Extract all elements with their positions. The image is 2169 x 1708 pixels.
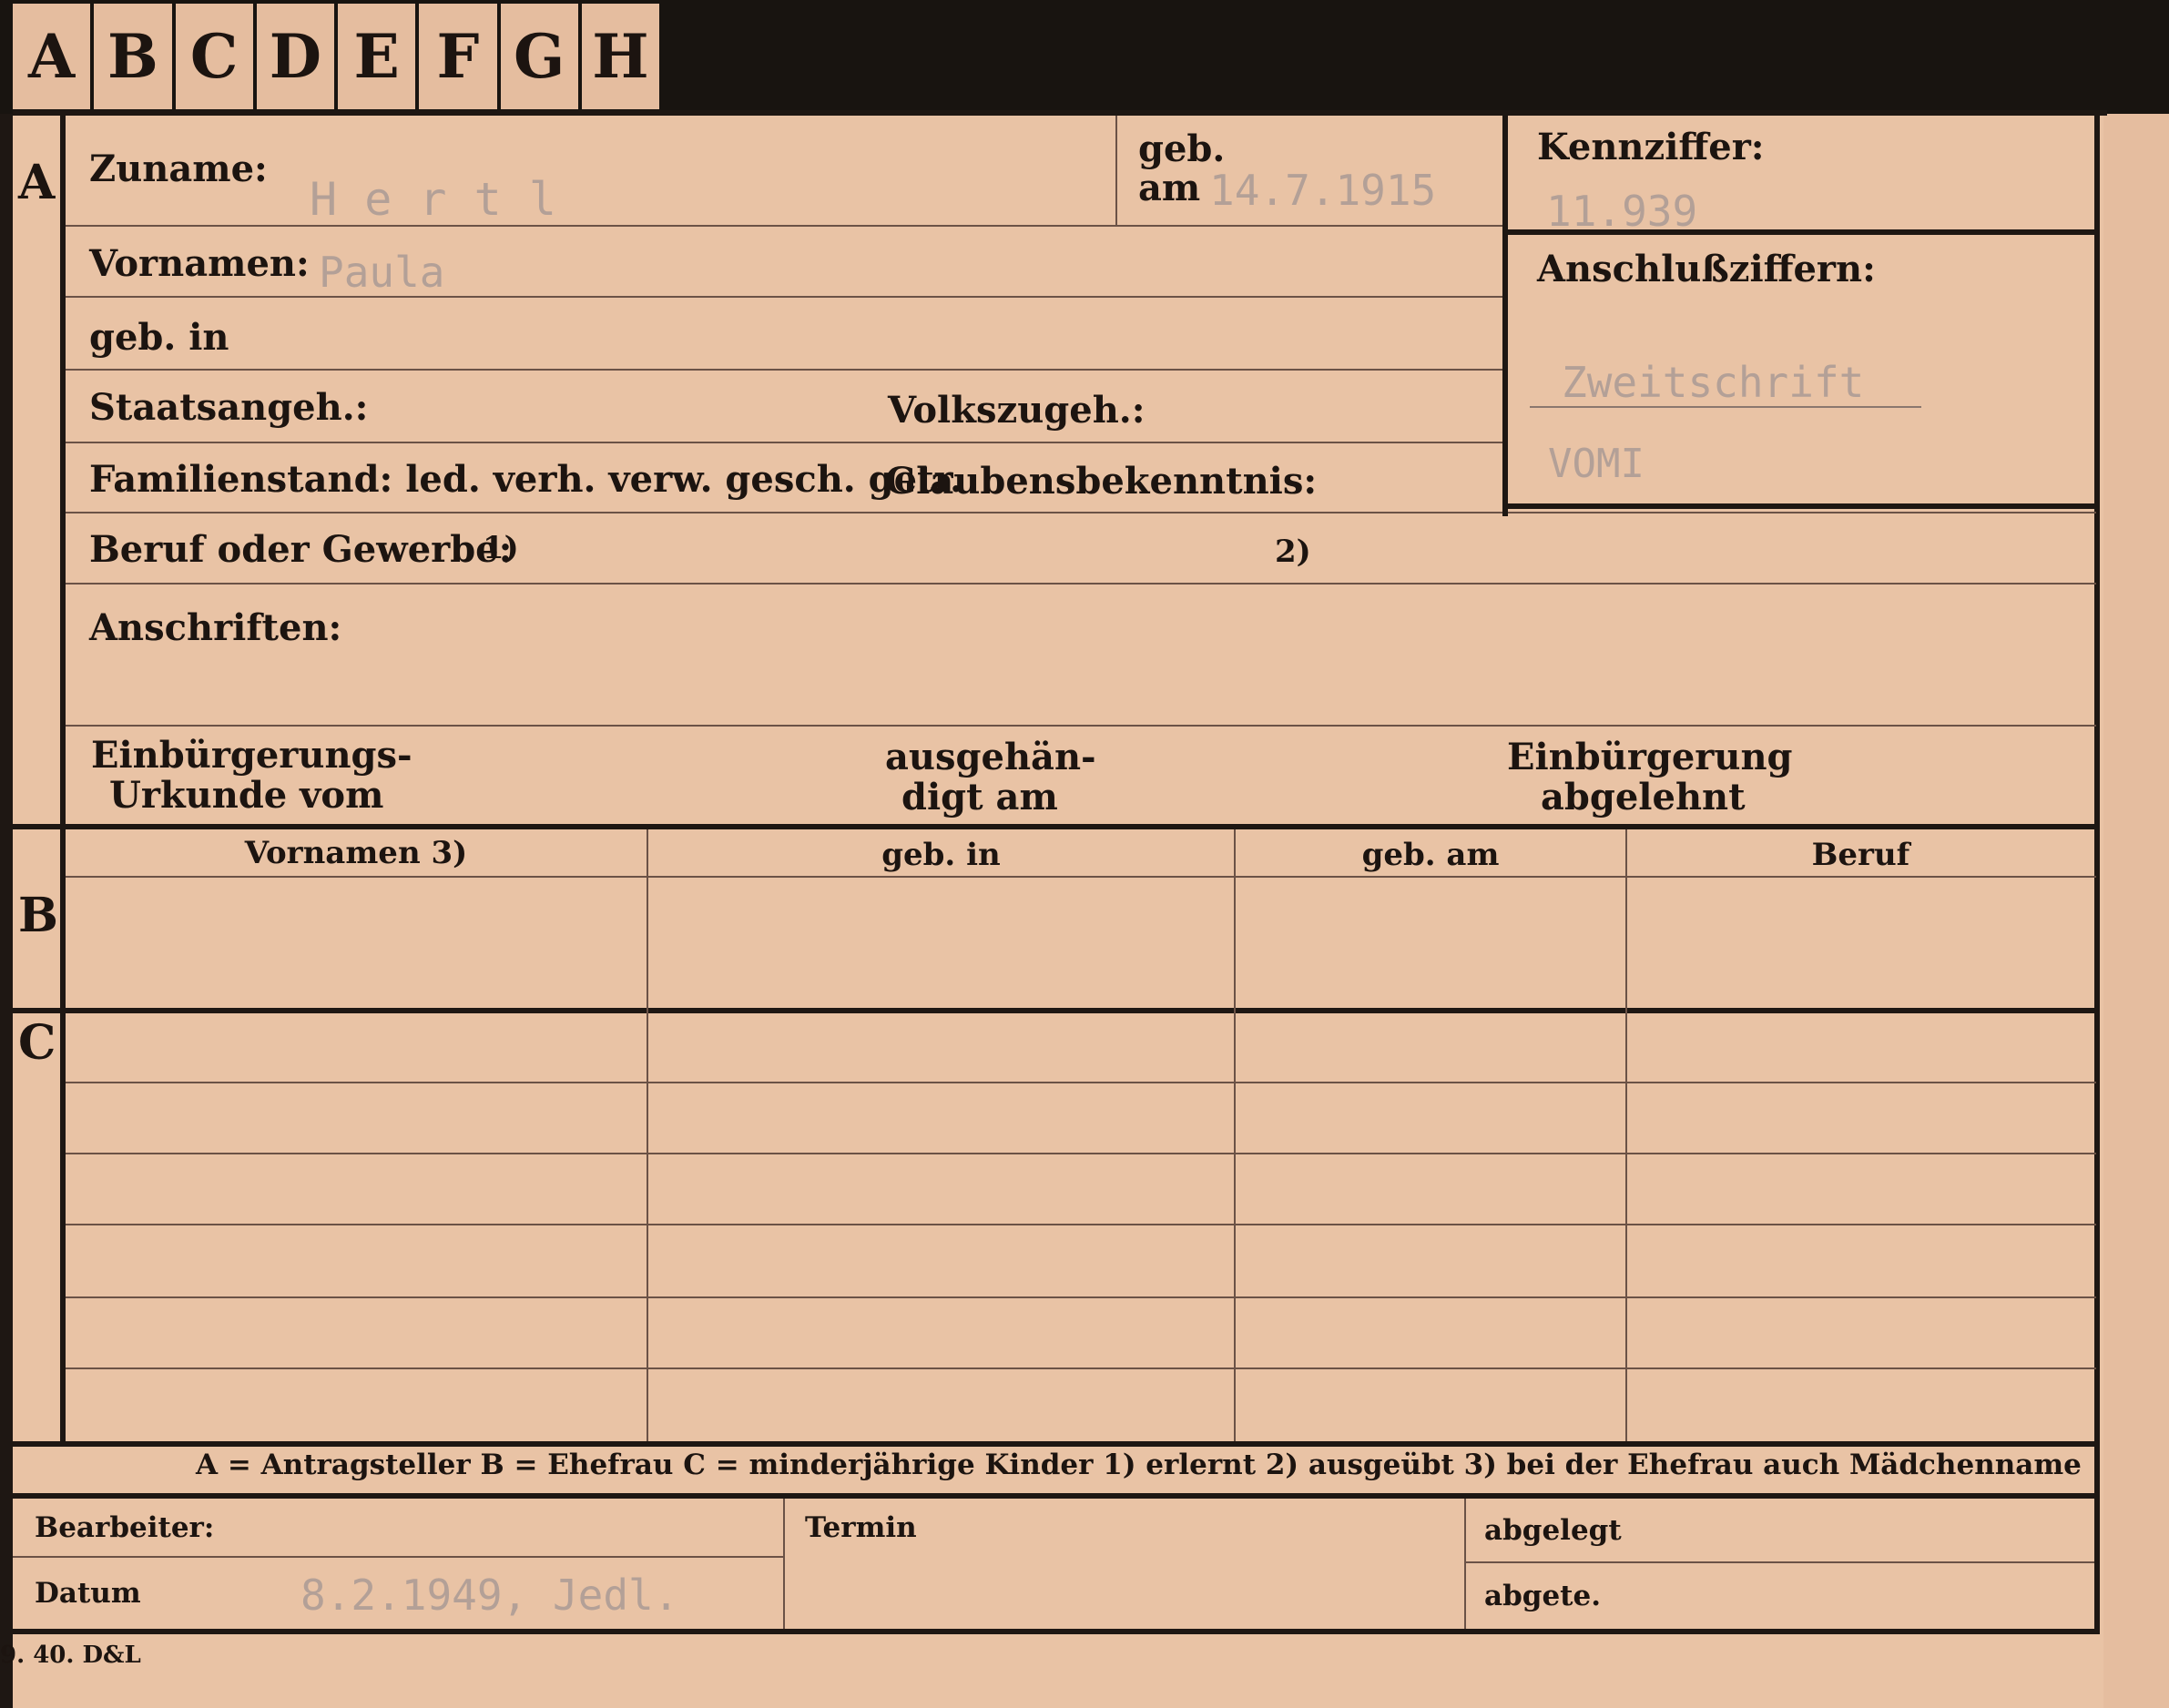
beruf-footnote-1: 1) [483, 530, 519, 566]
section-c-top-border [13, 1008, 2100, 1013]
tab-h: H [592, 21, 649, 92]
beruf-label: Beruf oder Gewerbe: [89, 528, 513, 571]
tab-f: F [419, 4, 501, 109]
vornamen-value: Paula [319, 248, 445, 297]
tab-e: E [338, 4, 420, 109]
abgelegt-label: abgelegt [1484, 1514, 1622, 1547]
volkszugeh-label: Volkszugeh.: [888, 389, 1146, 432]
kennziffer-value: 11.939 [1546, 187, 1698, 236]
table-header-beruf: Beruf [1811, 837, 1910, 873]
section-c-label: C [18, 1015, 56, 1071]
einbuergerungs-label-line2: Urkunde vom [109, 774, 384, 817]
section-column-border [60, 110, 66, 1441]
vornamen-label: Vornamen: [89, 242, 310, 285]
tab-c: C [176, 4, 257, 109]
bearbeiter-label: Bearbeiter: [35, 1511, 215, 1544]
row-line [66, 725, 2096, 727]
row-line [66, 296, 1504, 298]
legend-text: A = Antragsteller B = Ehefrau C = minder… [196, 1449, 2082, 1481]
card-right-border [2094, 110, 2100, 1634]
ausgehaendigt-label-line1: ausgehän- [885, 736, 1096, 778]
tab-g: G [501, 4, 582, 109]
alphabet-tabs: A B C D E F G H [13, 4, 659, 109]
einbuergerungs-label-line1: Einbürgerungs- [91, 734, 412, 777]
legend-top-border [13, 1441, 2100, 1447]
kennziffer-label: Kennziffer: [1537, 126, 1765, 168]
datum-value: 8.2.1949, Jedl. [300, 1571, 679, 1620]
familienstand-label: Familienstand: led. verh. verw. gesch. g… [89, 458, 962, 501]
print-mark: 9. 40. D&L [0, 1642, 141, 1669]
row-line [66, 225, 1504, 227]
table-divider [1234, 829, 1236, 1441]
abgete-label: abgete. [1484, 1580, 1601, 1612]
section-a-label: A [18, 155, 56, 210]
card-bottom-border [13, 1629, 2100, 1634]
am-label: am [1138, 167, 1201, 209]
left-edge [0, 114, 13, 1708]
footer-divider [783, 1499, 785, 1629]
divider [1115, 116, 1117, 225]
anschriften-label: Anschriften: [89, 606, 342, 649]
zweitschrift-stamp: Zweitschrift [1562, 358, 1865, 407]
tab-b: B [94, 4, 176, 109]
geb-am-value: 14.7.1915 [1209, 166, 1437, 215]
zuname-label: Zuname: [89, 147, 268, 190]
table-row-line [66, 1367, 2096, 1369]
table-divider [1625, 829, 1627, 1441]
table-row-line [66, 1224, 2096, 1225]
vomi-stamp: VOMI [1548, 441, 1645, 487]
table-row-line [66, 1082, 2096, 1083]
row-line [66, 442, 1504, 443]
einbuergerung-abgelehnt-line2: abgelehnt [1541, 776, 1746, 818]
legend-bottom-border [13, 1493, 2100, 1499]
section-b-label: B [18, 888, 58, 943]
table-header-geb-in: geb. in [881, 837, 1001, 873]
geb-in-label: geb. in [89, 316, 229, 359]
table-header-line [66, 876, 2096, 878]
row-line [66, 512, 2096, 513]
kennziffer-box-bottom [1502, 503, 2100, 509]
tab-a: A [13, 4, 95, 109]
footer-row-line [13, 1556, 783, 1558]
tab-d: D [257, 4, 338, 109]
anschlussziffern-label: Anschlußziffern: [1537, 248, 1876, 290]
datum-label: Datum [35, 1577, 141, 1610]
zweitschrift-underline [1530, 406, 1921, 408]
table-row-line [66, 1296, 2096, 1298]
row-line [66, 369, 1504, 371]
beruf-footnote-2: 2) [1275, 534, 1311, 570]
section-b-top-border [13, 824, 2100, 829]
zuname-value: H e r t l [310, 173, 556, 226]
kennziffer-box-left [1502, 110, 1508, 516]
table-header-vornamen: Vornamen 3) [244, 835, 468, 871]
glaubensbekenntnis-label: Glaubensbekenntnis: [885, 460, 1318, 503]
ausgehaendigt-label-line2: digt am [901, 776, 1058, 818]
einbuergerung-abgelehnt-line1: Einbürgerung [1507, 736, 1793, 778]
right-edge [2103, 114, 2169, 1708]
geb-label: geb. [1138, 127, 1226, 170]
footer-divider [1464, 1499, 1466, 1629]
row-line [66, 583, 2096, 585]
termin-label: Termin [805, 1511, 917, 1544]
footer-row-line [1464, 1561, 2094, 1563]
table-header-geb-am: geb. am [1361, 837, 1500, 873]
table-row-line [66, 1153, 2096, 1154]
card-top-border [13, 110, 2107, 116]
staatsangeh-label: Staatsangeh.: [89, 386, 369, 429]
table-divider [647, 829, 648, 1441]
